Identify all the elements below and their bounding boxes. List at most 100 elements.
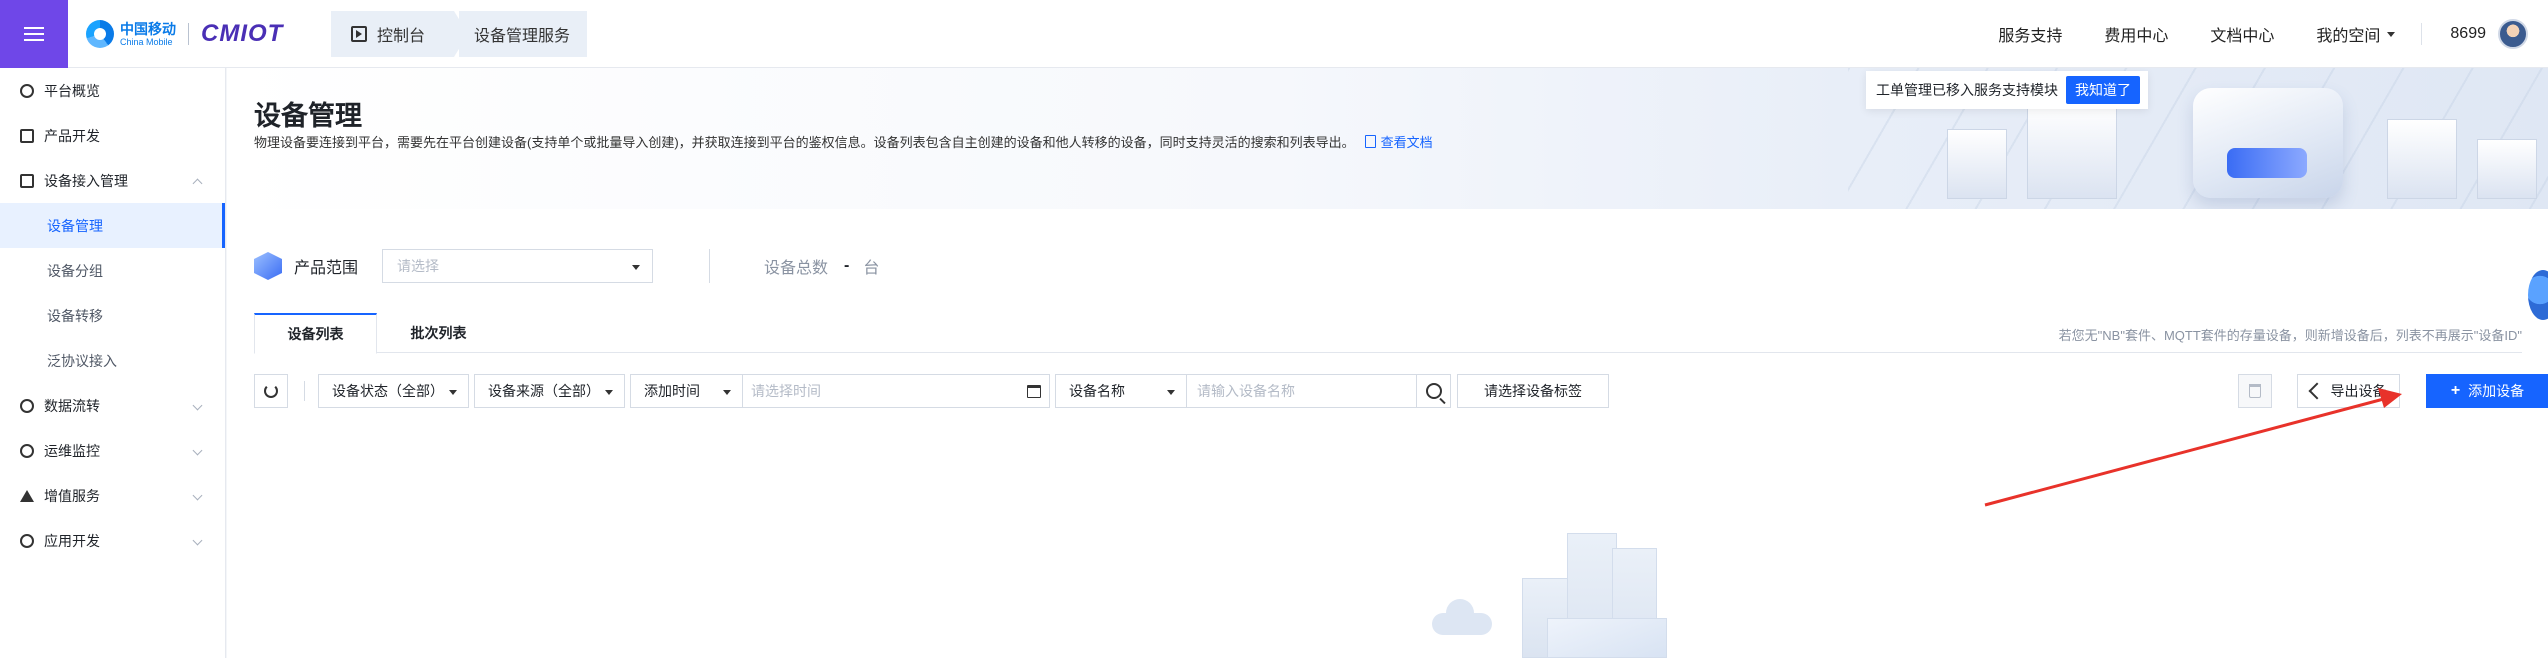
sidebar-item-label: 运维监控 bbox=[44, 442, 100, 459]
add-device-button[interactable]: + 添加设备 bbox=[2426, 374, 2548, 408]
breadcrumb-device-service-label: 设备管理服务 bbox=[474, 28, 571, 45]
device-access-icon bbox=[20, 173, 34, 188]
banner-building-illustration bbox=[2387, 119, 2457, 199]
delete-button[interactable] bbox=[2238, 374, 2272, 408]
sidebar-item-label: 产品开发 bbox=[44, 127, 100, 144]
sidebar-item-value-added[interactable]: 增值服务 bbox=[0, 473, 225, 518]
my-space-label: 我的空间 bbox=[2316, 28, 2381, 45]
empty-state-illustration bbox=[1402, 523, 1762, 658]
sidebar-item-label: 设备接入管理 bbox=[44, 172, 128, 189]
add-time-filter-select[interactable]: 添加时间 bbox=[630, 374, 743, 408]
device-total-label: 设备总数 bbox=[764, 260, 829, 277]
avatar[interactable] bbox=[2498, 19, 2528, 49]
device-source-filter-label: 设备来源（全部） bbox=[488, 383, 600, 399]
list-hint-text: 若您无"NB"套件、MQTT套件的存量设备，则新增设备后，列表不再展示"设备ID… bbox=[2058, 328, 2522, 343]
trash-icon bbox=[2249, 384, 2261, 398]
chevron-down-icon bbox=[2387, 31, 2396, 37]
sidebar-item-device-management[interactable]: 设备管理 bbox=[0, 203, 225, 248]
top-links: 服务支持 费用中心 文档中心 我的空间 8699 bbox=[1998, 0, 2548, 68]
plus-icon: + bbox=[2450, 382, 2461, 399]
view-doc-link[interactable]: 查看文档 bbox=[1364, 132, 1433, 151]
sidebar-item-overview[interactable]: 平台概览 bbox=[0, 68, 225, 113]
overview-icon bbox=[20, 83, 34, 98]
top-bar: 中国移动 China Mobile CMIOT 控制台 设备管理服务 服务支持 … bbox=[0, 0, 2548, 68]
chevron-up-icon bbox=[192, 178, 203, 189]
refresh-icon bbox=[264, 384, 278, 398]
breadcrumb-console[interactable]: 控制台 bbox=[331, 11, 454, 57]
device-name-search-input[interactable]: 请输入设备名称 bbox=[1186, 374, 1451, 408]
device-total-unit: 台 bbox=[863, 260, 880, 277]
product-cube-icon bbox=[254, 252, 282, 280]
sidebar-item-label: 泛协议接入 bbox=[47, 352, 117, 369]
got-it-button[interactable]: 我知道了 bbox=[2066, 76, 2140, 104]
device-name-filter-select[interactable]: 设备名称 bbox=[1055, 374, 1187, 408]
sidebar-item-generic-protocol[interactable]: 泛协议接入 bbox=[0, 338, 225, 383]
menu-toggle-button[interactable] bbox=[0, 0, 68, 68]
banner-device-illustration bbox=[2193, 88, 2343, 198]
app-dev-icon bbox=[20, 533, 34, 548]
sidebar-item-label: 设备转移 bbox=[47, 307, 103, 324]
list-tabs: 设备列表 批次列表 若您无"NB"套件、MQTT套件的存量设备，则新增设备后，列… bbox=[254, 313, 2522, 354]
chevron-down-icon bbox=[1167, 390, 1175, 395]
export-devices-button[interactable]: 导出设备 bbox=[2297, 374, 2400, 408]
tab-batch-list[interactable]: 批次列表 bbox=[377, 313, 500, 353]
sidebar-item-device-transfer[interactable]: 设备转移 bbox=[0, 293, 225, 338]
device-source-filter[interactable]: 设备来源（全部） bbox=[474, 374, 625, 408]
console-icon bbox=[351, 26, 367, 42]
my-space-dropdown[interactable]: 我的空间 bbox=[2316, 22, 2396, 46]
device-tag-select[interactable]: 请选择设备标签 bbox=[1457, 374, 1609, 408]
document-icon bbox=[1364, 135, 1376, 148]
notice-text: 工单管理已移入服务支持模块 bbox=[1876, 82, 2058, 98]
device-total-value: - bbox=[844, 257, 850, 274]
product-range-select[interactable]: 请选择 bbox=[382, 249, 654, 283]
sidebar-item-label: 增值服务 bbox=[44, 487, 100, 504]
breadcrumb-console-label: 控制台 bbox=[377, 28, 426, 45]
time-range-placeholder: 请选择时间 bbox=[751, 383, 821, 399]
data-flow-icon bbox=[20, 398, 34, 413]
china-mobile-logo-icon bbox=[86, 20, 114, 48]
tab-device-list[interactable]: 设备列表 bbox=[254, 313, 377, 354]
sidebar-item-device-access[interactable]: 设备接入管理 bbox=[0, 158, 225, 203]
sidebar-item-product-dev[interactable]: 产品开发 bbox=[0, 113, 225, 158]
device-name-placeholder: 请输入设备名称 bbox=[1197, 383, 1295, 399]
banner-building-illustration bbox=[2027, 104, 2117, 199]
empty-box-illustration bbox=[1547, 618, 1667, 658]
logo-divider bbox=[188, 23, 189, 45]
sidebar-item-app-dev[interactable]: 应用开发 bbox=[0, 518, 225, 563]
refresh-button[interactable] bbox=[254, 374, 288, 408]
main-content: 工单管理已移入服务支持模块 我知道了 设备管理 物理设备要连接到平台，需要先在平… bbox=[227, 68, 2548, 658]
chevron-down-icon bbox=[723, 390, 731, 395]
banner-building-illustration bbox=[2477, 139, 2537, 199]
device-status-filter-label: 设备状态（全部） bbox=[332, 383, 444, 399]
search-button[interactable] bbox=[1416, 375, 1450, 407]
device-status-filter[interactable]: 设备状态（全部） bbox=[318, 374, 469, 408]
sidebar: 平台概览 产品开发 设备接入管理 设备管理 设备分组 设备转移 泛协议接入 数据… bbox=[0, 68, 226, 658]
monitor-icon bbox=[20, 443, 34, 458]
breadcrumb-device-service[interactable]: 设备管理服务 bbox=[459, 11, 587, 57]
product-icon bbox=[20, 128, 34, 143]
page-banner: 工单管理已移入服务支持模块 我知道了 设备管理 物理设备要连接到平台，需要先在平… bbox=[227, 68, 2548, 209]
brand-logo[interactable]: 中国移动 China Mobile CMIOT bbox=[86, 18, 283, 50]
value-added-icon bbox=[20, 489, 34, 502]
chevron-down-icon bbox=[192, 535, 203, 546]
logo-brand-text: CMIOT bbox=[201, 20, 284, 47]
add-time-filter-label: 添加时间 bbox=[644, 383, 700, 399]
product-range-placeholder: 请选择 bbox=[397, 258, 440, 274]
user-id[interactable]: 8699 bbox=[2450, 25, 2486, 43]
view-doc-label: 查看文档 bbox=[1380, 135, 1433, 150]
sidebar-item-monitoring[interactable]: 运维监控 bbox=[0, 428, 225, 473]
export-devices-label: 导出设备 bbox=[2330, 383, 2387, 399]
billing-center-link[interactable]: 费用中心 bbox=[2104, 22, 2168, 46]
banner-building-illustration bbox=[1947, 129, 2007, 199]
chevron-down-icon bbox=[192, 400, 203, 411]
hamburger-icon bbox=[24, 27, 44, 41]
time-range-input[interactable]: 请选择时间 bbox=[742, 374, 1050, 408]
sidebar-item-data-flow[interactable]: 数据流转 bbox=[0, 383, 225, 428]
service-support-link[interactable]: 服务支持 bbox=[1998, 22, 2062, 46]
sidebar-item-label: 设备管理 bbox=[47, 217, 103, 234]
cloud-icon bbox=[1432, 599, 1492, 635]
filter-toolbar: 设备状态（全部） 设备来源（全部） 添加时间 请选择时间 设备名称 请输入设备名… bbox=[254, 374, 2548, 408]
sidebar-item-device-group[interactable]: 设备分组 bbox=[0, 248, 225, 293]
doc-center-link[interactable]: 文档中心 bbox=[2210, 22, 2274, 46]
chevron-down-icon bbox=[632, 265, 641, 270]
